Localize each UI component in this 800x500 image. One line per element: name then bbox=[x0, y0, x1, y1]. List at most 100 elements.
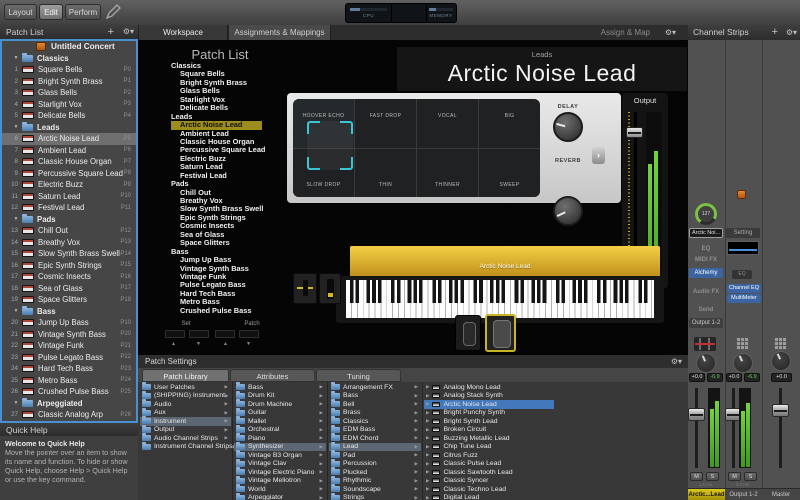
strip3-gain-value[interactable]: +0.0 bbox=[771, 373, 792, 382]
morph-button[interactable]: VOCAL bbox=[417, 99, 478, 148]
add-patch-button[interactable]: + bbox=[108, 25, 114, 39]
concert-row[interactable]: Untitled Concert bbox=[2, 41, 136, 53]
patch-row[interactable]: 27Classic Analog ArpP26 bbox=[2, 409, 136, 421]
morph-button[interactable]: FAST DROP bbox=[355, 99, 416, 148]
library-folder-row[interactable]: Vintage B3 Organ▶ bbox=[234, 451, 326, 460]
patch-row[interactable]: 23Pulse Legato BassP22 bbox=[2, 352, 136, 364]
library-patch-row[interactable]: ▶Bright Punchy Synth bbox=[424, 409, 554, 418]
library-folder-row[interactable]: Pad▶ bbox=[329, 451, 421, 460]
strip1-fader-thumb[interactable] bbox=[688, 408, 705, 421]
patch-row[interactable]: 10Electric BuzzP9 bbox=[2, 179, 136, 191]
library-folder-row[interactable]: Synthesizer▶ bbox=[234, 443, 326, 452]
patch-row[interactable]: 17Cosmic InsectsP16 bbox=[2, 271, 136, 283]
library-folder-row[interactable]: Orchestral▶ bbox=[234, 426, 326, 435]
patch-row[interactable]: 3Glass BellsP2 bbox=[2, 87, 136, 99]
library-folder-row[interactable]: Rhythmic▶ bbox=[329, 477, 421, 486]
patch-row[interactable]: 1Square BellsP0 bbox=[2, 64, 136, 76]
strip3-pan-knob[interactable] bbox=[771, 351, 791, 371]
library-folder-row[interactable]: Lead▶ bbox=[329, 443, 421, 452]
patch-set-row[interactable]: ▼Bass bbox=[2, 306, 136, 318]
morph-button[interactable]: THINNER bbox=[417, 149, 478, 198]
patch-list-gear-icon[interactable]: ⚙▾ bbox=[123, 25, 134, 39]
patch-row[interactable]: 18Sea of GlassP17 bbox=[2, 283, 136, 295]
strip2-pan-knob[interactable] bbox=[733, 353, 753, 373]
strip2-mute-button[interactable]: M bbox=[728, 472, 741, 481]
patch-down-button[interactable]: ▼ bbox=[246, 341, 251, 347]
library-folder-row[interactable]: Strings▶ bbox=[329, 494, 421, 500]
library-folder-row[interactable]: Arpeggiator▶ bbox=[234, 494, 326, 500]
library-folder-row[interactable]: Output▶ bbox=[140, 426, 231, 435]
patch-row[interactable]: 26Crushed Pulse BassP25 bbox=[2, 386, 136, 398]
library-patch-row[interactable]: ▶Analog Mono Lead bbox=[424, 383, 554, 392]
multimeter-plugin-slot[interactable]: MultiMeter bbox=[727, 294, 761, 303]
patch-set-row[interactable]: ▼Leads bbox=[2, 122, 136, 134]
patch-row[interactable]: 12Festival LeadP11 bbox=[2, 202, 136, 214]
library-patch-row[interactable]: ▶Analog Stack Synth bbox=[424, 392, 554, 401]
library-folder-row[interactable]: Audio Channel Strips▶ bbox=[140, 434, 231, 443]
keyboard-keys[interactable] bbox=[346, 280, 654, 318]
workspace-patch-item[interactable]: Crushed Pulse Bass bbox=[162, 307, 292, 315]
add-channel-strip-button[interactable]: + bbox=[772, 25, 778, 40]
library-folder-row[interactable]: Instrument Channel Strips▶ bbox=[140, 443, 231, 452]
edit-mode-button[interactable]: Edit bbox=[39, 4, 63, 20]
channel-eq-plugin-slot[interactable]: Channel EQ bbox=[727, 284, 761, 293]
tab-tuning[interactable]: Tuning bbox=[316, 369, 401, 382]
alchemy-plugin-slot[interactable]: Alchemy bbox=[689, 268, 723, 278]
patch-set-row[interactable]: ▼Arpeggiated bbox=[2, 398, 136, 410]
morph-xy-pad[interactable] bbox=[307, 121, 353, 170]
mod-wheel-control[interactable] bbox=[319, 273, 341, 304]
library-folder-row[interactable]: Bass▶ bbox=[329, 392, 421, 401]
patch-row[interactable]: 24Hard Tech BassP23 bbox=[2, 363, 136, 375]
tab-attributes[interactable]: Attributes bbox=[230, 369, 315, 382]
library-patch-row[interactable]: ▶Buzzing Metallic Lead bbox=[424, 434, 554, 443]
patch-row[interactable]: 19Space GlittersP18 bbox=[2, 294, 136, 306]
patch-row[interactable]: 14Breathy VoxP13 bbox=[2, 237, 136, 249]
patch-settings-gear-icon[interactable]: ⚙▾ bbox=[671, 355, 682, 368]
library-patch-row[interactable]: ▶Citrus Fuzz bbox=[424, 451, 554, 460]
layout-mode-button[interactable]: Layout bbox=[4, 4, 37, 20]
morph-button[interactable]: SWEEP bbox=[479, 149, 540, 198]
strip2-eq-chip[interactable]: EQ bbox=[732, 270, 752, 279]
set-down-button[interactable]: ▼ bbox=[196, 341, 201, 347]
assign-map-button[interactable]: Assign & Map bbox=[601, 25, 650, 40]
library-folder-row[interactable]: Bell▶ bbox=[329, 400, 421, 409]
library-folder-row[interactable]: Audio▶ bbox=[140, 400, 231, 409]
patch-row[interactable]: 25Metro BassP24 bbox=[2, 375, 136, 387]
library-folder-row[interactable]: Arrangement FX▶ bbox=[329, 383, 421, 392]
patch-row[interactable]: 7Ambient LeadP6 bbox=[2, 145, 136, 157]
channel-strips-gear-icon[interactable]: ⚙▾ bbox=[786, 25, 797, 40]
library-folder-row[interactable]: Aux▶ bbox=[140, 409, 231, 418]
strip3-fader-thumb[interactable] bbox=[772, 404, 789, 417]
patch-row[interactable]: 9Percussive Square LeadP8 bbox=[2, 168, 136, 180]
patch-row[interactable]: 5Delicate BellsP4 bbox=[2, 110, 136, 122]
strip1-name-box[interactable]: Arctic Noi... bbox=[689, 228, 723, 238]
strip2-setting-button[interactable]: Setting bbox=[726, 228, 760, 238]
strip1-mute-button[interactable]: M bbox=[690, 472, 703, 481]
patch-set-row[interactable]: ▼Classics bbox=[2, 53, 136, 65]
reverb-knob[interactable] bbox=[553, 196, 583, 226]
library-folder-row[interactable]: User Patches▶ bbox=[140, 383, 231, 392]
strip1-pan-knob[interactable] bbox=[696, 353, 716, 373]
next-page-chevron-button[interactable]: › bbox=[592, 147, 605, 164]
patch-up-button[interactable]: ▲ bbox=[223, 341, 228, 347]
library-folder-row[interactable]: Classics▶ bbox=[329, 417, 421, 426]
library-patch-row[interactable]: ▶Classic Techno Lead bbox=[424, 485, 554, 494]
patch-row[interactable]: 11Saturn LeadP10 bbox=[2, 191, 136, 203]
library-patch-row[interactable]: ▶Bright Synth Lead bbox=[424, 417, 554, 426]
strip1-output-slot[interactable]: Output 1-2 bbox=[689, 318, 723, 328]
patch-row[interactable]: 6Arctic Noise LeadP5 bbox=[2, 133, 136, 145]
strip1-gain-value[interactable]: +0.0 bbox=[689, 373, 705, 382]
patch-row[interactable]: 8Classic House OrganP7 bbox=[2, 156, 136, 168]
library-folder-row[interactable]: Guitar▶ bbox=[234, 409, 326, 418]
strip1-nameplate[interactable]: Arctic...Lead bbox=[688, 488, 725, 500]
library-patch-row[interactable]: ▶Classic Sawtooth Lead bbox=[424, 468, 554, 477]
perform-mode-button[interactable]: Perform bbox=[65, 4, 101, 20]
library-patch-row[interactable]: ▶Arctic Noise Lead bbox=[424, 400, 554, 409]
strip2-gain-value[interactable]: +0.0 bbox=[726, 373, 742, 382]
library-folder-row[interactable]: (SHIPPING) Instrument▶ bbox=[140, 392, 231, 401]
patch-row[interactable]: 21Vintage Synth BassP20 bbox=[2, 329, 136, 341]
library-patch-row[interactable]: ▶Chip Tune Lead bbox=[424, 443, 554, 452]
delay-knob[interactable] bbox=[553, 112, 583, 142]
patch-row[interactable]: 2Bright Synth BrassP1 bbox=[2, 76, 136, 88]
patch-row[interactable]: 4Starlight VoxP3 bbox=[2, 99, 136, 111]
